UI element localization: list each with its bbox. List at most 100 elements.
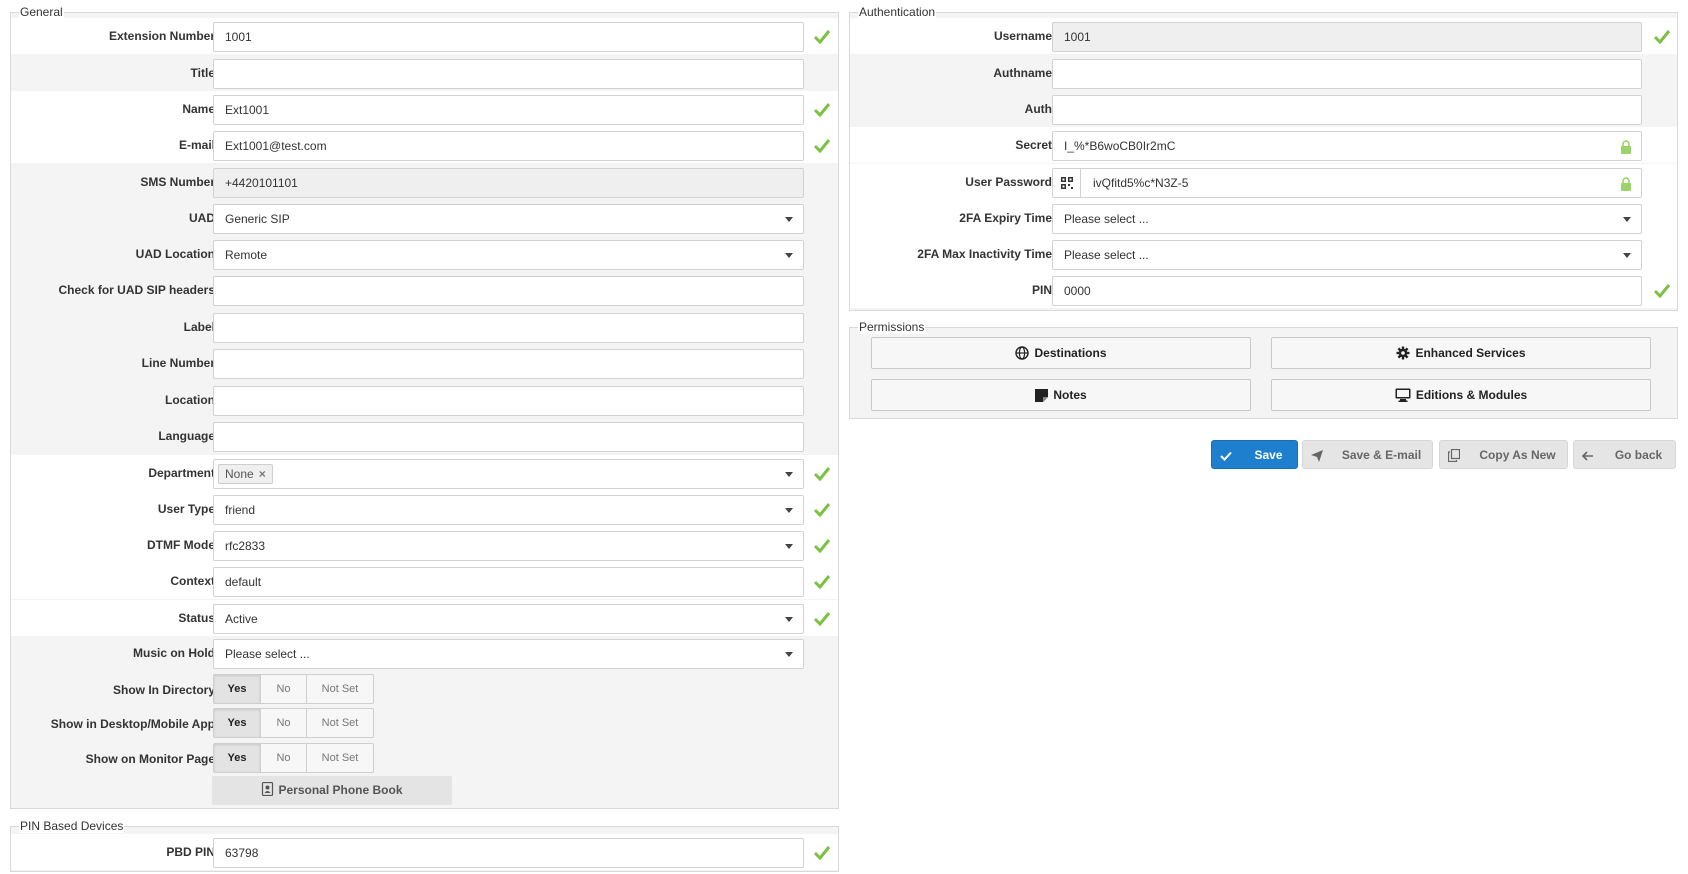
pbd-pin-input[interactable]: 63798 — [213, 838, 804, 868]
extension-number-input[interactable]: 1001 — [213, 22, 804, 52]
enhanced-services-button[interactable]: Enhanced Services — [1271, 337, 1651, 369]
department-select[interactable]: None × — [213, 459, 804, 489]
uad-select[interactable]: Generic SIP — [213, 204, 804, 234]
valid-check-icon — [813, 139, 831, 154]
show-on-monitor-toggle: Yes No Not Set — [213, 743, 374, 773]
toggle-yes[interactable]: Yes — [214, 675, 261, 703]
extension-number-label: Extension Number: — [108, 29, 219, 43]
language-input[interactable] — [213, 422, 804, 452]
personal-phone-book-label: Personal Phone Book — [278, 783, 403, 797]
valid-check-icon — [813, 503, 831, 518]
row-show-on-monitor: Show on Monitor Page: Yes No Not Set — [11, 741, 838, 777]
notes-button[interactable]: Notes — [871, 379, 1251, 411]
show-in-directory-label: Show In Directory: — [112, 683, 219, 697]
row-secret: Secret: I_%*B6woCB0Ir2mC — [850, 127, 1677, 163]
sms-number-input[interactable]: +4420101101 — [213, 168, 804, 198]
secret-input[interactable]: I_%*B6woCB0Ir2mC — [1052, 131, 1642, 161]
username-input[interactable]: 1001 — [1052, 22, 1642, 52]
status-select[interactable]: Active — [213, 604, 804, 634]
show-in-app-toggle: Yes No Not Set — [213, 708, 374, 738]
row-music-on-hold: Music on Hold: Please select ... — [11, 635, 838, 671]
toggle-yes[interactable]: Yes — [214, 744, 261, 772]
chevron-down-icon — [1623, 253, 1631, 258]
row-pin: PIN: 0000 — [850, 272, 1677, 308]
user-type-label: User Type: — [157, 502, 219, 516]
row-show-in-directory: Show In Directory: Yes No Not Set — [11, 672, 838, 708]
authname-input[interactable] — [1052, 59, 1642, 89]
valid-check-icon — [813, 575, 831, 590]
authname-label: Authname: — [993, 66, 1056, 80]
qr-code-icon[interactable] — [1053, 169, 1081, 197]
row-sms-number: SMS Number: +4420101101 — [11, 164, 838, 200]
location-input[interactable] — [213, 386, 804, 416]
row-uad-location: UAD Location: Remote — [11, 236, 838, 272]
destinations-button[interactable]: Destinations — [871, 337, 1251, 369]
toggle-no[interactable]: No — [261, 709, 307, 737]
context-label: Context: — [170, 574, 219, 588]
uad-location-select[interactable]: Remote — [213, 240, 804, 270]
2fa-inactivity-select[interactable]: Please select ... — [1052, 240, 1642, 270]
valid-check-icon — [813, 846, 831, 861]
pbd-pin-label: PBD PIN: — [166, 845, 219, 859]
auth-input[interactable] — [1052, 95, 1642, 125]
user-type-select[interactable]: friend — [213, 495, 804, 525]
copy-as-new-label: Copy As New — [1479, 448, 1556, 462]
chevron-down-icon — [785, 544, 793, 549]
toggle-no[interactable]: No — [261, 675, 307, 703]
row-dtmf-mode: DTMF Mode: rfc2833 — [11, 527, 838, 563]
sticky-note-icon — [1035, 389, 1049, 402]
toggle-yes[interactable]: Yes — [214, 709, 261, 737]
personal-phone-book-button[interactable]: Personal Phone Book — [212, 776, 452, 805]
toggle-not-set[interactable]: Not Set — [307, 675, 373, 703]
editions-modules-button[interactable]: Editions & Modules — [1271, 379, 1651, 411]
pin-input[interactable]: 0000 — [1052, 276, 1642, 306]
paper-plane-icon — [1303, 441, 1331, 470]
chevron-down-icon — [785, 253, 793, 258]
2fa-expiry-select[interactable]: Please select ... — [1052, 204, 1642, 234]
context-input[interactable]: default — [213, 567, 804, 597]
user-type-value: friend — [225, 503, 256, 517]
line-number-input[interactable] — [213, 349, 804, 379]
music-on-hold-label: Music on Hold: — [133, 646, 219, 660]
lock-icon — [1621, 140, 1631, 154]
secret-value: I_%*B6woCB0Ir2mC — [1064, 139, 1176, 153]
label-input[interactable] — [213, 313, 804, 343]
uad-sip-headers-input[interactable] — [213, 276, 804, 306]
save-email-button[interactable]: Save & E-mail — [1302, 440, 1433, 469]
name-input[interactable]: Ext1001 — [213, 95, 804, 125]
destinations-label: Destinations — [1034, 346, 1107, 360]
dtmf-mode-select[interactable]: rfc2833 — [213, 531, 804, 561]
remove-tag-icon[interactable]: × — [259, 467, 266, 481]
go-back-label: Go back — [1614, 448, 1663, 462]
user-password-label: User Password: — [965, 175, 1056, 189]
department-tag: None × — [218, 464, 273, 484]
row-user-type: User Type: friend — [11, 491, 838, 527]
chevron-down-icon — [785, 652, 793, 657]
uad-value: Generic SIP — [225, 212, 290, 226]
user-password-input[interactable]: ivQfitd5%c*N3Z-5 — [1052, 168, 1642, 198]
valid-check-icon — [813, 103, 831, 118]
music-on-hold-value: Please select ... — [225, 647, 310, 661]
monitor-icon — [1395, 388, 1411, 402]
valid-check-icon — [813, 30, 831, 45]
chevron-down-icon — [785, 617, 793, 622]
line-number-label: Line Number: — [141, 356, 219, 370]
go-back-button[interactable]: Go back — [1573, 440, 1676, 469]
toggle-not-set[interactable]: Not Set — [307, 709, 373, 737]
copy-as-new-button[interactable]: Copy As New — [1439, 440, 1568, 469]
save-button[interactable]: Save — [1211, 440, 1298, 469]
row-show-in-app: Show in Desktop/Mobile App: Yes No Not S… — [11, 706, 838, 742]
toggle-not-set[interactable]: Not Set — [307, 744, 373, 772]
music-on-hold-select[interactable]: Please select ... — [213, 639, 804, 669]
row-department: Department: None × — [11, 455, 838, 491]
row-uad-sip-headers: Check for UAD SIP headers: — [11, 272, 838, 308]
username-label: Username: — [993, 29, 1056, 43]
email-input[interactable]: Ext1001@test.com — [213, 131, 804, 161]
save-email-label: Save & E-mail — [1341, 448, 1422, 462]
toggle-no[interactable]: No — [261, 744, 307, 772]
uad-location-label: UAD Location: — [135, 247, 219, 261]
show-in-app-label: Show in Desktop/Mobile App: — [50, 717, 219, 731]
title-input[interactable] — [213, 59, 804, 89]
row-email: E-mail: Ext1001@test.com — [11, 127, 838, 163]
row-auth: Auth: — [850, 91, 1677, 127]
